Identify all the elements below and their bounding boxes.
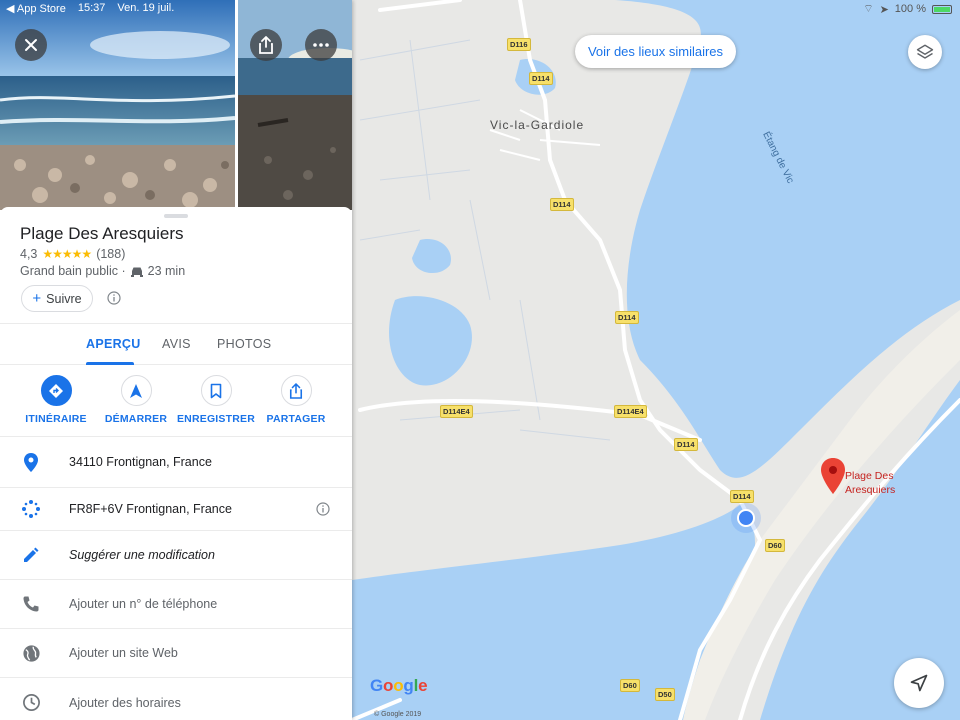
category-row: Grand bain public · 23 min: [20, 264, 185, 278]
location-services-icon: ➤: [879, 3, 889, 16]
rating-value: 4,3: [20, 247, 38, 261]
globe-icon: [22, 644, 40, 662]
close-button[interactable]: [15, 29, 47, 61]
road-label: D114E4: [440, 405, 473, 418]
location-pin-icon: [24, 452, 38, 472]
info-icon[interactable]: [316, 502, 330, 516]
layers-button[interactable]: [908, 35, 942, 69]
road-label: D114E4: [614, 405, 647, 418]
save-button[interactable]: ENREGISTRER: [171, 375, 261, 425]
phone-icon: [23, 596, 39, 612]
tab-reviews[interactable]: AVIS: [162, 337, 191, 351]
car-icon: [130, 267, 143, 277]
add-website-row[interactable]: Ajouter un site Web: [0, 629, 352, 678]
action-buttons: ITINÉRAIRE DÉMARRER ENREGISTRER PARTAGER: [0, 365, 352, 437]
info-icon[interactable]: [107, 291, 121, 305]
address-row[interactable]: 34110 Frontignan, France: [0, 437, 352, 488]
wifi-icon: ⌔: [863, 3, 874, 15]
directions-label: ITINÉRAIRE: [25, 413, 87, 425]
battery-icon: [932, 4, 952, 14]
plus-icon: +: [32, 290, 42, 307]
follow-button[interactable]: + Suivre: [21, 285, 93, 312]
status-bar: ◀ App Store 15:37 Ven. 19 juil. ⌔ ➤ 100 …: [0, 0, 960, 18]
share-photo-button[interactable]: [250, 29, 282, 61]
more-options-button[interactable]: [305, 29, 337, 61]
add-hours-text: Ajouter des horaires: [69, 695, 181, 710]
pin-label[interactable]: Plage Des Aresquiers: [845, 469, 895, 497]
directions-icon: [49, 383, 63, 398]
location-pin-icon[interactable]: [821, 458, 845, 494]
road-label: D116: [507, 38, 531, 51]
plus-code-text: FR8F+6V Frontignan, France: [69, 502, 232, 516]
directions-button[interactable]: ITINÉRAIRE: [11, 375, 101, 425]
share-label: PARTAGER: [266, 413, 326, 425]
edit-icon: [24, 547, 39, 562]
plus-code-icon: [22, 500, 40, 518]
town-label: Vic-la-Gardiole: [490, 118, 585, 132]
road-label: D114: [615, 311, 639, 324]
tab-photos[interactable]: PHOTOS: [217, 337, 271, 351]
tab-overview[interactable]: APERÇU: [86, 337, 141, 351]
status-date: Ven. 19 juil.: [117, 2, 175, 14]
photo-carousel[interactable]: [0, 0, 352, 210]
start-navigation-button[interactable]: DÉMARRER: [91, 375, 181, 425]
road-label: D50: [655, 688, 675, 701]
add-phone-text: Ajouter un n° de téléphone: [69, 597, 218, 611]
add-hours-row[interactable]: Ajouter des horaires: [0, 678, 352, 720]
add-website-text: Ajouter un site Web: [69, 646, 178, 660]
share-button[interactable]: PARTAGER: [251, 375, 341, 425]
status-time: 15:37: [77, 2, 106, 14]
road-label: D60: [620, 679, 640, 692]
close-icon: [25, 39, 37, 51]
place-category: Grand bain public ·: [20, 264, 126, 278]
place-panel: Plage Des Aresquiers 4,3 ★★★★★ (188) Gra…: [0, 0, 352, 720]
follow-label: Suivre: [46, 291, 82, 306]
rating-row[interactable]: 4,3 ★★★★★ (188): [20, 247, 125, 261]
tab-bar: APERÇU AVIS PHOTOS: [0, 323, 352, 365]
google-logo: Google: [370, 676, 428, 695]
drag-handle[interactable]: [164, 214, 188, 218]
address-text: 34110 Frontignan, France: [69, 455, 212, 469]
save-label: ENREGISTRER: [176, 413, 256, 425]
place-title: Plage Des Aresquiers: [20, 224, 184, 243]
my-location-button[interactable]: [894, 658, 944, 708]
navigation-icon: [130, 383, 142, 398]
add-phone-row[interactable]: Ajouter un n° de téléphone: [0, 580, 352, 629]
road-label: D114: [730, 490, 754, 503]
plus-code-row[interactable]: FR8F+6V Frontignan, France: [0, 488, 352, 531]
layers-icon: [916, 44, 934, 59]
bookmark-icon: [210, 383, 222, 398]
similar-places-button[interactable]: Voir des lieux similaires: [575, 35, 736, 68]
share-icon: [259, 36, 273, 54]
map-copyright: © Google 2019: [374, 711, 422, 718]
back-to-app[interactable]: ◀ App Store: [6, 2, 66, 15]
road-label: D60: [765, 539, 785, 552]
suggest-edit-row[interactable]: Suggérer une modification: [0, 531, 352, 580]
rating-stars: ★★★★★: [42, 247, 92, 261]
suggest-edit-text: Suggérer une modification: [69, 548, 215, 562]
navigation-arrow-icon: [910, 674, 928, 692]
current-location-dot: [737, 509, 755, 527]
clock-icon: [22, 694, 40, 711]
road-label: D114: [529, 72, 553, 85]
share-icon: [289, 382, 303, 399]
more-icon: [313, 43, 329, 47]
travel-time: 23 min: [147, 264, 186, 278]
battery-label: 100 %: [894, 3, 926, 15]
place-details-sheet: Plage Des Aresquiers 4,3 ★★★★★ (188) Gra…: [0, 207, 352, 720]
start-label: DÉMARRER: [104, 413, 168, 425]
road-label: D114: [674, 438, 698, 451]
review-count: (188): [96, 247, 126, 261]
road-label: D114: [550, 198, 574, 211]
